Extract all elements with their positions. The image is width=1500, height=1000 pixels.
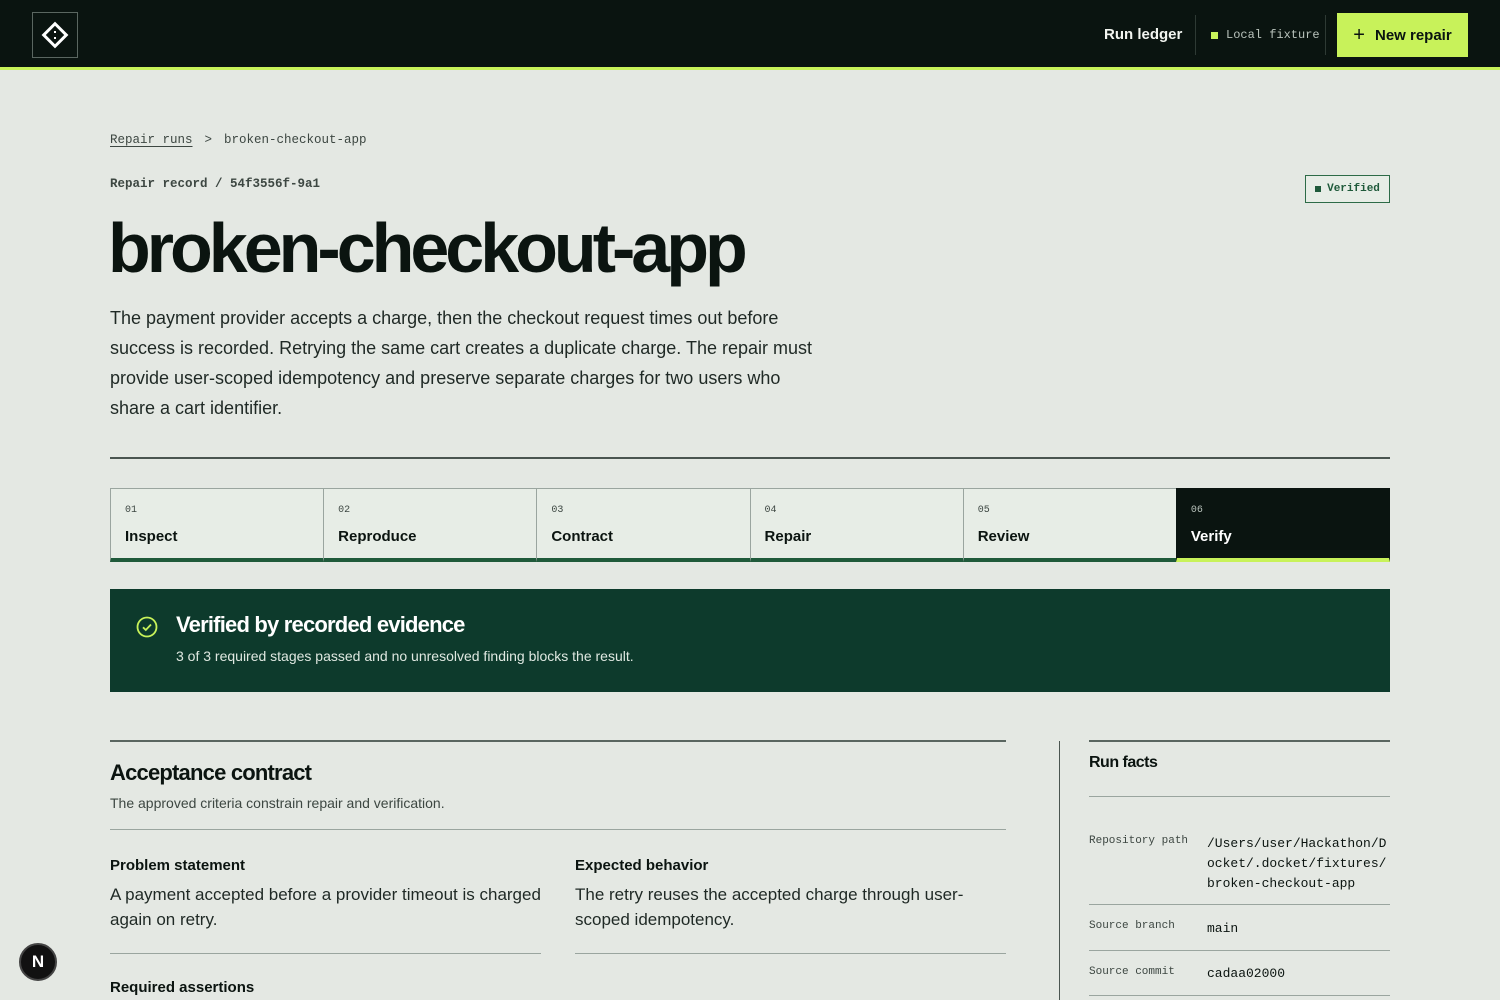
verification-title: Verified by recorded evidence (176, 612, 465, 637)
status-square-icon (1315, 186, 1322, 192)
section-divider (1089, 796, 1390, 797)
top-bar: Run ledger Local fixture + New repair (0, 0, 1500, 70)
stage-verify[interactable]: 06 Verify (1175, 488, 1391, 562)
problem-statement-heading: Problem statement (110, 857, 246, 874)
verification-result-panel: Verified by recorded evidence 3 of 3 req… (110, 589, 1390, 692)
field-divider (110, 953, 541, 954)
stage-label: Inspect (125, 528, 178, 545)
field-divider (575, 953, 1006, 954)
nav-run-ledger[interactable]: Run ledger (1104, 26, 1182, 43)
new-repair-button[interactable]: + New repair (1337, 13, 1468, 57)
fact-key-repository-path: Repository path (1089, 835, 1189, 847)
stage-contract[interactable]: 03 Contract (536, 488, 750, 562)
stage-number: 06 (1190, 505, 1203, 516)
stage-label: Verify (1190, 528, 1232, 545)
chevron-right-icon: > (204, 133, 213, 147)
expected-behavior-text: The retry reuses the accepted charge thr… (575, 885, 964, 929)
status-badge-label: Verified (1327, 183, 1380, 195)
stage-number: 04 (764, 505, 777, 516)
stage-inspect[interactable]: 01 Inspect (110, 488, 324, 562)
section-divider (1089, 740, 1390, 742)
page-title: broken-checkout-app (108, 209, 748, 287)
check-circle-icon (136, 616, 158, 638)
status-badge: Verified (1305, 175, 1390, 203)
fact-value-source-branch: main (1207, 921, 1239, 936)
fact-divider (1089, 904, 1390, 905)
contract-subtitle: The approved criteria constrain repair a… (110, 795, 445, 811)
contract-title: Acceptance contract (110, 760, 312, 785)
fixture-indicator: Local fixture (1211, 28, 1320, 42)
fact-key-source-branch: Source branch (1089, 920, 1175, 932)
fixture-label: Local fixture (1226, 28, 1320, 42)
home-logo[interactable] (32, 12, 78, 58)
expected-behavior-heading: Expected behavior (575, 857, 709, 874)
diamond-code-icon (41, 21, 69, 49)
breadcrumb-current: broken-checkout-app (224, 133, 367, 147)
stage-number: 02 (338, 505, 351, 516)
plus-icon: + (1353, 24, 1365, 46)
stage-label: Repair (764, 528, 812, 545)
floating-n-button[interactable]: N (19, 943, 57, 981)
new-repair-label: New repair (1374, 26, 1452, 44)
record-id-label: Repair record / 54f3556f-9a1 (110, 177, 321, 191)
stage-number: 01 (125, 505, 138, 516)
problem-statement-text: A payment accepted before a provider tim… (110, 885, 541, 929)
verification-summary: 3 of 3 required stages passed and no unr… (176, 648, 634, 664)
breadcrumb: Repair runs > broken-checkout-app (110, 133, 367, 147)
stage-label: Review (977, 528, 1030, 545)
run-facts-title: Run facts (1089, 754, 1158, 771)
fact-key-source-commit: Source commit (1089, 966, 1175, 978)
stage-number: 03 (551, 505, 564, 516)
breadcrumb-repair-runs[interactable]: Repair runs (110, 133, 193, 147)
required-assertions-heading: Required assertions (110, 979, 255, 996)
fact-divider (1089, 995, 1390, 996)
status-square-icon (1211, 31, 1218, 39)
record-description: The payment provider accepts a charge, t… (110, 308, 812, 418)
section-divider (110, 740, 1006, 742)
fact-divider (1089, 950, 1390, 951)
divider (1195, 15, 1196, 55)
section-divider (110, 829, 1006, 830)
stage-label: Contract (551, 528, 614, 545)
stage-repair[interactable]: 04 Repair (749, 488, 963, 562)
fact-value-source-commit: cadaa02000 (1207, 966, 1286, 981)
column-divider (1059, 741, 1060, 1000)
stage-reproduce[interactable]: 02 Reproduce (323, 488, 537, 562)
fact-value-repository-path: /Users/user/Hackathon/Docket/.docket/fix… (1207, 836, 1387, 891)
section-divider (110, 457, 1390, 459)
divider (1325, 15, 1326, 55)
stage-number: 05 (977, 505, 990, 516)
stage-stepper: 01 Inspect 02 Reproduce 03 Contract 04 R… (110, 488, 1391, 562)
stage-review[interactable]: 05 Review (962, 488, 1176, 562)
stage-label: Reproduce (338, 528, 417, 545)
